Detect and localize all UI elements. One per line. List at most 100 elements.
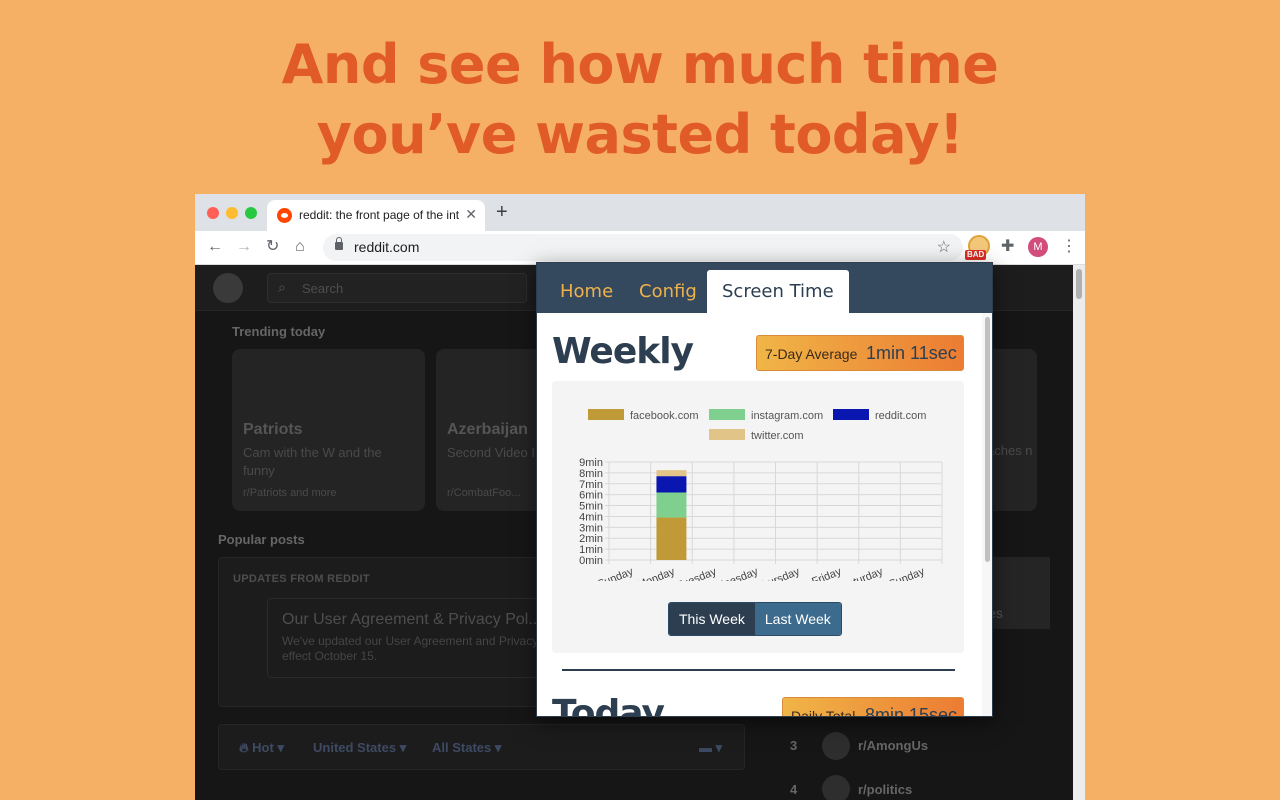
- profile-avatar[interactable]: M: [1028, 237, 1048, 257]
- sort-country[interactable]: United States ▾: [313, 740, 406, 756]
- y-tick-label: 2min: [579, 533, 603, 545]
- trending-card-2[interactable]: Azerbaijan Second Video I... MoD showing…: [436, 349, 546, 511]
- popular-posts-label: Popular posts: [218, 532, 305, 547]
- community-rank: 4: [790, 782, 798, 797]
- community-rank: 3: [790, 738, 798, 753]
- reddit-logo-icon[interactable]: [213, 273, 243, 303]
- popup-scrollbar[interactable]: [982, 313, 992, 716]
- y-tick-label: 5min: [579, 501, 603, 513]
- extensions-puzzle-icon[interactable]: ✚: [1001, 236, 1014, 256]
- sort-bar: 🔥︎ Hot ▾ United States ▾ All States ▾ ▬ …: [218, 724, 745, 770]
- weekly-chart: facebook.com instagram.com reddit.com twitt…: [579, 409, 943, 598]
- x-tick-label: Sunday: [887, 565, 927, 581]
- reddit-favicon-icon: [277, 208, 292, 223]
- address-bar[interactable]: reddit.com ☆: [323, 234, 963, 261]
- today-stat-label: Daily Total: [791, 708, 856, 717]
- card-title: Azerbaijan: [447, 421, 528, 438]
- legend-label: twitter.com: [751, 430, 804, 442]
- bar-segment-reddit.com: [656, 476, 687, 493]
- weekly-title: Weekly: [552, 331, 694, 372]
- reddit-search-input[interactable]: ⌕ Search: [267, 273, 527, 303]
- sort-hot[interactable]: 🔥︎ Hot ▾: [239, 740, 284, 756]
- tab-config[interactable]: Config: [624, 270, 712, 313]
- legend-label: reddit.com: [875, 410, 926, 422]
- x-tick-label: Thursday: [754, 565, 801, 581]
- update-post-title: Our User Agreement & Privacy Pol...: [282, 611, 542, 628]
- forward-arrow-icon[interactable]: →: [236, 237, 252, 257]
- today-stat-value: 8min 15sec: [865, 705, 958, 717]
- section-divider: [562, 669, 955, 671]
- today-title: Today: [552, 693, 665, 717]
- lock-icon: [335, 237, 343, 250]
- x-tick-label: Sunday: [596, 565, 636, 581]
- bar-segment-twitter.com: [656, 470, 687, 477]
- card-subreddit: r/Patriots and more: [243, 487, 337, 499]
- trending-card-right[interactable]: [987, 349, 1037, 511]
- last-week-button[interactable]: Last Week: [754, 603, 841, 635]
- community-list: 3 r/AmongUs 4 r/politics: [770, 725, 1050, 800]
- search-placeholder: Search: [302, 281, 344, 296]
- legend-label: facebook.com: [630, 410, 698, 422]
- card-description: Cam with the W and the funny: [243, 445, 382, 478]
- popup-scroll-thumb[interactable]: [985, 317, 990, 562]
- sort-hot-label: Hot: [252, 740, 274, 755]
- community-name[interactable]: r/politics: [858, 782, 912, 797]
- menu-kebab-icon[interactable]: ⋮: [1061, 236, 1077, 256]
- bookmark-star-icon[interactable]: ☆: [937, 237, 951, 257]
- close-tab-icon[interactable]: ✕: [465, 206, 477, 223]
- maximize-window-button[interactable]: [245, 207, 257, 219]
- x-tick-label: Monday: [636, 565, 677, 581]
- popup-body: Weekly 7-Day Average 1min 11sec facebook…: [537, 313, 982, 717]
- search-icon: ⌕: [278, 279, 286, 295]
- sort-states-label: All States: [432, 740, 492, 755]
- trending-card-1[interactable]: Patriots Cam with the W and the funny r/…: [232, 349, 425, 511]
- bar-segment-facebook.com: [656, 517, 687, 560]
- y-tick-label: 8min: [579, 468, 603, 480]
- legend-swatch: [709, 409, 745, 420]
- community-name[interactable]: r/AmongUs: [858, 738, 928, 753]
- y-tick-label: 7min: [579, 479, 603, 491]
- tab-bar: reddit: the front page of the internet ✕…: [195, 194, 1085, 231]
- trending-label: Trending today: [232, 324, 326, 339]
- page-scroll-thumb[interactable]: [1076, 269, 1082, 299]
- weekly-average-badge: 7-Day Average 1min 11sec: [756, 335, 964, 371]
- y-tick-label: 0min: [579, 555, 603, 567]
- tab-home[interactable]: Home: [545, 270, 628, 313]
- weekly-stat-value: 1min 11sec: [866, 343, 957, 363]
- bar-segment-instagram.com: [656, 492, 687, 518]
- close-window-button[interactable]: [207, 207, 219, 219]
- headline-line-1: And see how much time: [281, 33, 999, 96]
- x-tick-label: Tuesday: [675, 565, 719, 581]
- y-tick-label: 6min: [579, 490, 603, 502]
- home-icon[interactable]: ⌂: [295, 237, 305, 257]
- back-arrow-icon[interactable]: ←: [207, 237, 223, 257]
- updates-heading: UPDATES FROM REDDIT: [233, 573, 370, 585]
- weekly-chart-card: facebook.com instagram.com reddit.com twitt…: [552, 381, 964, 653]
- extension-badge: BAD: [965, 250, 987, 260]
- tab-screen-time[interactable]: Screen Time: [707, 270, 849, 313]
- community-avatar: [822, 775, 850, 800]
- card-description: Second Video I... MoD showing a...: [447, 445, 542, 460]
- reload-icon[interactable]: ↻: [266, 237, 279, 257]
- legend-label: instagram.com: [751, 410, 823, 422]
- headline: And see how much time you’ve wasted toda…: [0, 30, 1280, 170]
- y-tick-label: 4min: [579, 511, 603, 523]
- legend-swatch: [833, 409, 869, 420]
- legend-swatch: [709, 429, 745, 440]
- new-tab-icon[interactable]: +: [496, 202, 508, 222]
- sort-country-label: United States: [313, 740, 397, 755]
- sort-states[interactable]: All States ▾: [432, 740, 501, 756]
- layout-view-icon[interactable]: ▬ ▾: [699, 740, 722, 756]
- minimize-window-button[interactable]: [226, 207, 238, 219]
- this-week-button[interactable]: This Week: [669, 603, 755, 635]
- card-title: Patriots: [243, 421, 303, 438]
- y-tick-label: 3min: [579, 522, 603, 534]
- week-toggle: This Week Last Week: [668, 602, 842, 636]
- page-scrollbar[interactable]: [1073, 265, 1085, 800]
- weekly-stat-label: 7-Day Average: [765, 346, 858, 362]
- url-text: reddit.com: [354, 239, 420, 255]
- y-tick-label: 1min: [579, 544, 603, 556]
- flame-icon: 🔥︎: [239, 740, 253, 755]
- tab-title: reddit: the front page of the internet: [299, 208, 459, 222]
- browser-tab[interactable]: reddit: the front page of the internet ✕: [267, 200, 485, 231]
